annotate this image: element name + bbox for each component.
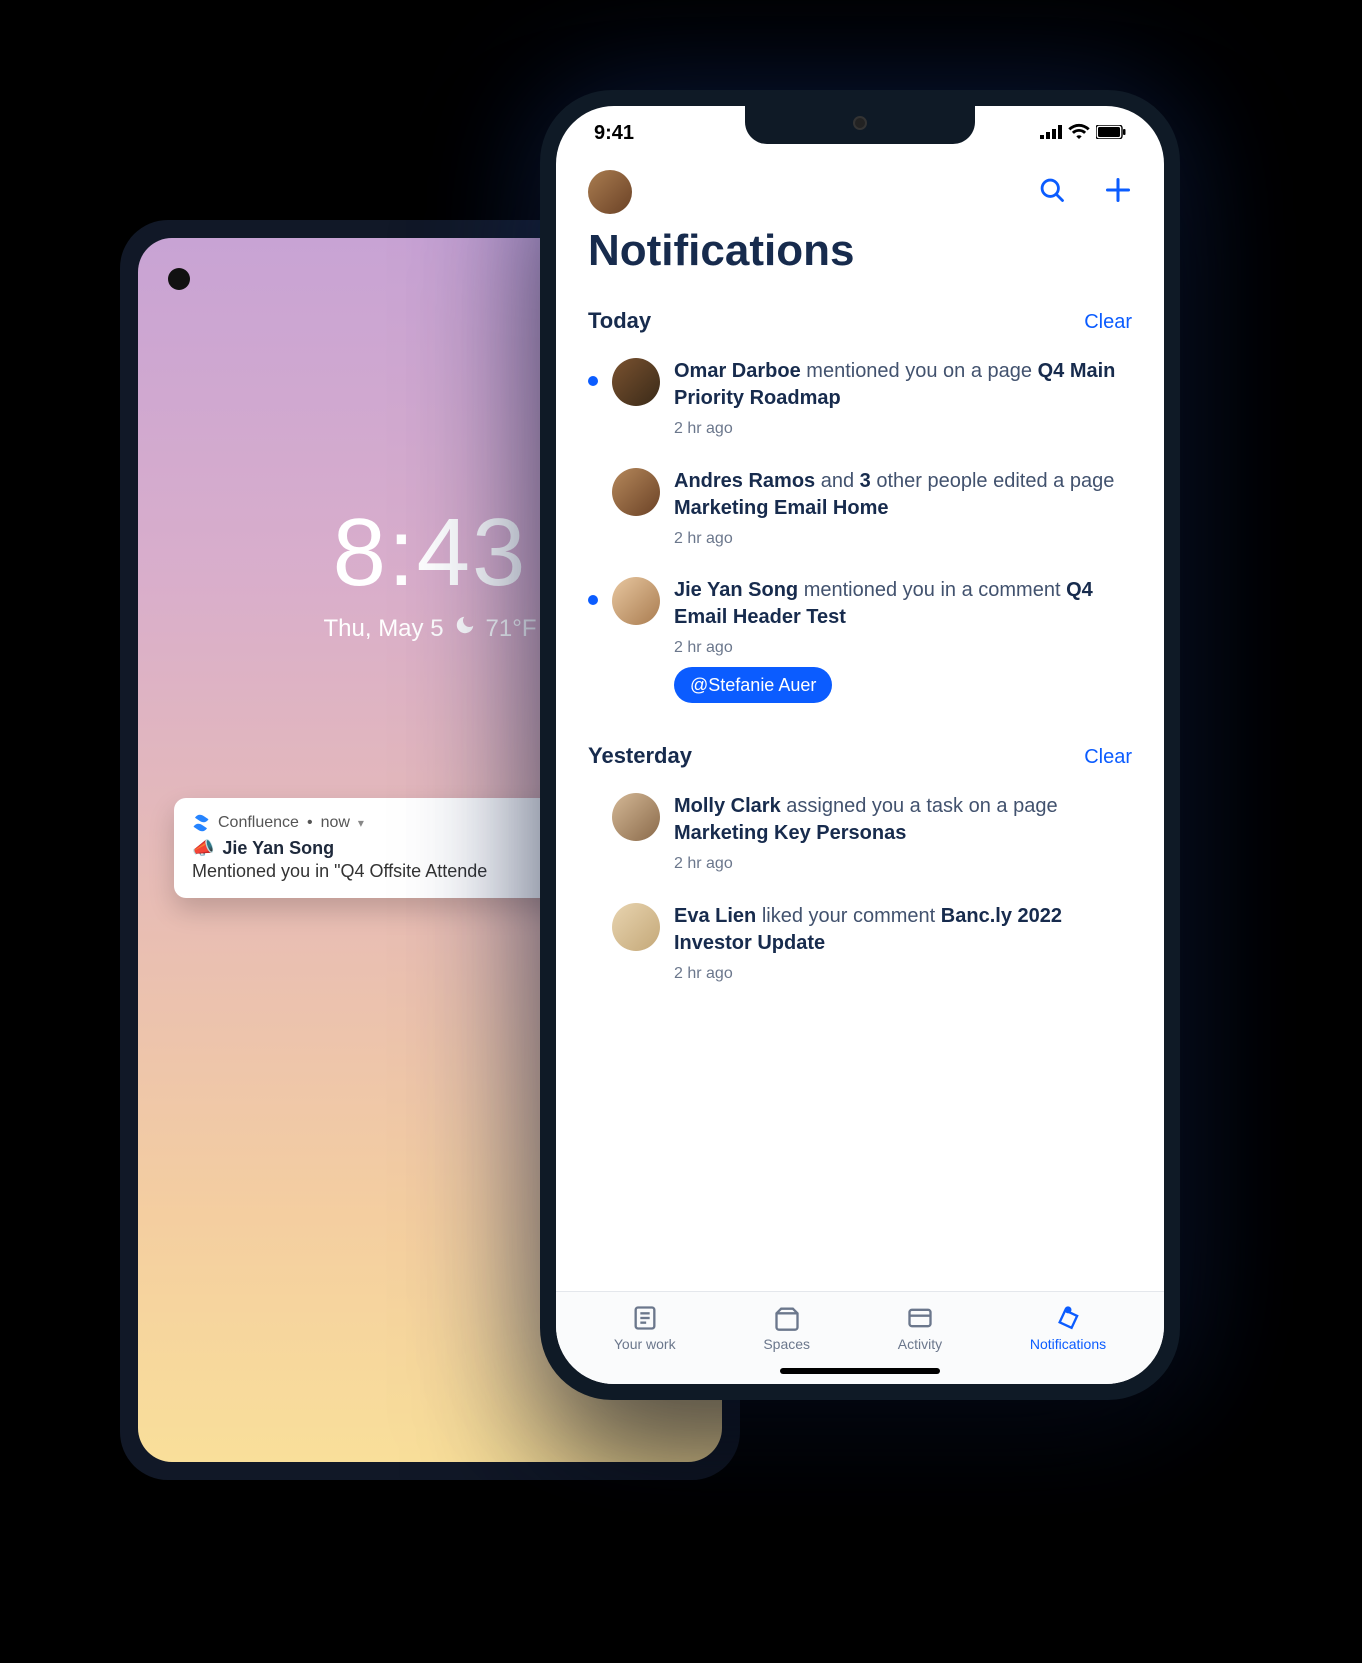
notification-body: Eva Lien liked your comment Banc.ly 2022… — [674, 903, 1132, 985]
notif-action: mentioned you in a comment — [804, 579, 1061, 601]
push-author: Jie Yan Song — [222, 838, 334, 859]
notif-actor: Jie Yan Song — [674, 579, 798, 601]
add-icon[interactable] — [1104, 176, 1132, 209]
iphone-notch — [745, 106, 975, 144]
android-camera-hole — [168, 268, 190, 290]
tab-spaces[interactable]: Spaces — [763, 1304, 810, 1352]
tab-notifications[interactable]: Notifications — [1030, 1304, 1106, 1352]
tab-label: Spaces — [763, 1336, 810, 1352]
iphone-frame: 9:41 — [540, 90, 1180, 1400]
clear-button[interactable]: Clear — [1084, 746, 1132, 769]
notif-target: Marketing Email Home — [674, 497, 889, 519]
battery-icon — [1096, 122, 1126, 145]
tab-label: Notifications — [1030, 1336, 1106, 1352]
megaphone-icon: 📣 — [192, 838, 214, 859]
search-icon[interactable] — [1038, 176, 1066, 209]
notif-time: 2 hr ago — [674, 528, 1132, 550]
chevron-down-icon: ▾ — [358, 816, 364, 830]
android-date: Thu, May 5 — [324, 615, 444, 643]
notification-item[interactable]: Molly Clark assigned you a task on a pag… — [588, 779, 1132, 889]
notification-body: Jie Yan Song mentioned you in a comment … — [674, 577, 1132, 703]
notification-avatar — [612, 468, 660, 516]
status-time: 9:41 — [594, 122, 634, 145]
notif-action: liked your comment — [762, 905, 935, 927]
tab-activity[interactable]: Activity — [898, 1304, 942, 1352]
notif-actor: Omar Darboe — [674, 360, 801, 382]
tab-your-work[interactable]: Your work — [614, 1304, 676, 1352]
android-temp: 71°F — [486, 615, 537, 643]
notification-item[interactable]: Omar Darboe mentioned you on a page Q4 M… — [588, 344, 1132, 454]
clear-button[interactable]: Clear — [1084, 311, 1132, 334]
confluence-icon — [192, 814, 210, 832]
wifi-icon — [1068, 122, 1090, 145]
profile-avatar[interactable] — [588, 170, 632, 214]
cellular-icon — [1040, 122, 1062, 145]
tab-label: Activity — [898, 1336, 942, 1352]
notifications-list[interactable]: Today Clear Omar Darboe mentioned you on… — [556, 282, 1164, 1291]
notif-time: 2 hr ago — [674, 853, 1132, 875]
notification-body: Andres Ramos and 3 other people edited a… — [674, 468, 1132, 550]
notification-avatar — [612, 358, 660, 406]
notif-action: and — [821, 470, 854, 492]
notif-action: mentioned you on a page — [806, 360, 1032, 382]
section-title: Today — [588, 308, 651, 334]
unread-dot-icon — [588, 376, 598, 386]
section-header-yesterday: Yesterday Clear — [588, 743, 1132, 769]
notif-time: 2 hr ago — [674, 963, 1132, 985]
notif-actor: Molly Clark — [674, 795, 781, 817]
notification-item[interactable]: Andres Ramos and 3 other people edited a… — [588, 454, 1132, 564]
mention-chip[interactable]: @Stefanie Auer — [674, 667, 832, 703]
tab-label: Your work — [614, 1336, 676, 1352]
notif-time: 2 hr ago — [674, 637, 1132, 659]
notif-count: 3 — [860, 470, 871, 492]
notif-action: other people edited a page — [876, 470, 1114, 492]
notif-time: 2 hr ago — [674, 418, 1132, 440]
notification-avatar — [612, 577, 660, 625]
notification-avatar — [612, 903, 660, 951]
section-header-today: Today Clear — [588, 308, 1132, 334]
notif-actor: Andres Ramos — [674, 470, 815, 492]
notif-target: Marketing Key Personas — [674, 822, 906, 844]
iphone-screen: 9:41 — [556, 106, 1164, 1384]
app-header — [556, 160, 1164, 214]
unread-dot-icon — [588, 595, 598, 605]
push-time-label: now — [321, 814, 350, 832]
section-title: Yesterday — [588, 743, 692, 769]
notification-body: Omar Darboe mentioned you on a page Q4 M… — [674, 358, 1132, 440]
notification-avatar — [612, 793, 660, 841]
notification-item[interactable]: Jie Yan Song mentioned you in a comment … — [588, 563, 1132, 717]
push-app-name: Confluence — [218, 814, 299, 832]
page-title: Notifications — [556, 214, 1164, 282]
moon-icon — [454, 614, 476, 643]
notification-item[interactable]: Eva Lien liked your comment Banc.ly 2022… — [588, 889, 1132, 999]
notif-actor: Eva Lien — [674, 905, 756, 927]
notif-action: assigned you a task on a page — [786, 795, 1057, 817]
notification-body: Molly Clark assigned you a task on a pag… — [674, 793, 1132, 875]
home-indicator[interactable] — [780, 1368, 940, 1374]
